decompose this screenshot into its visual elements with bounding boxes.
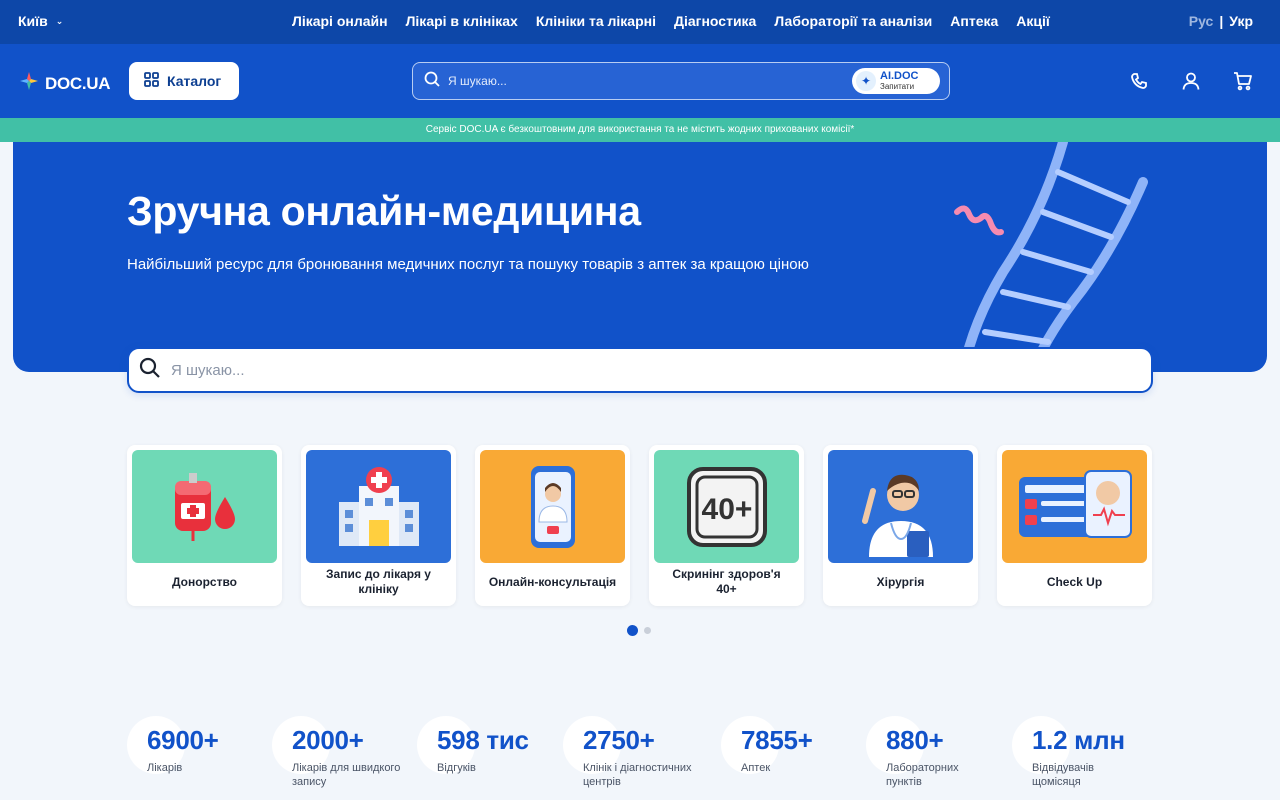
phone-doctor-icon (480, 450, 625, 563)
lang-ru[interactable]: Рус (1189, 13, 1214, 29)
header-icons (1128, 70, 1254, 92)
hospital-icon (306, 450, 451, 563)
header: DOC.UA Каталог ✦ AI.DOC Запитати (0, 44, 1280, 118)
card-checkup[interactable]: Check Up (997, 445, 1152, 606)
card-online-consultation-label: Онлайн-консультація (488, 574, 617, 589)
stats-row: 6900+ Лікарів 2000+ Лікарів для швидкого… (127, 716, 1153, 800)
card-donation[interactable]: Донорство (127, 445, 282, 606)
hero-subtitle: Найбільший ресурс для бронювання медични… (127, 256, 809, 273)
stat-caption: Лікарів (147, 762, 183, 774)
search-icon (139, 357, 161, 384)
forty-plus-icon: 40+ (654, 450, 799, 563)
catalog-label: Каталог (167, 73, 222, 89)
main-search-input[interactable] (171, 361, 1071, 379)
top-bar: Київ ⌄ Лікарі онлайн Лікарі в клініках К… (0, 0, 1280, 44)
stat-number: 2750+ (583, 725, 655, 755)
stat-number: 880+ (886, 725, 944, 755)
category-cards: Донорство Запис до лікаря у клініку Онла… (127, 445, 1152, 606)
nav-clinics[interactable]: Клініки та лікарні (536, 13, 656, 29)
logo-mark-icon (18, 70, 40, 97)
chevron-down-icon: ⌄ (55, 16, 64, 26)
aidoc-subtitle: Запитати (880, 82, 915, 91)
nav-labs[interactable]: Лабораторії та аналізи (774, 13, 932, 29)
user-icon[interactable] (1180, 70, 1202, 92)
card-surgery[interactable]: Хірургія (823, 445, 978, 606)
nav-pharmacy[interactable]: Аптека (950, 13, 998, 29)
stat-number: 2000+ (292, 725, 364, 755)
hero-title: Зручна онлайн-медицина (127, 188, 641, 234)
city-selector[interactable]: Київ ⌄ (18, 13, 63, 29)
logo[interactable]: DOC.UA (18, 70, 111, 97)
stat-number: 598 тис (437, 725, 529, 755)
nav-promotions[interactable]: Акції (1016, 13, 1050, 29)
carousel-dot-1[interactable] (627, 625, 638, 636)
stat-caption: Лікарів для швидкого запису (292, 762, 401, 788)
blood-bag-icon (132, 450, 277, 563)
svg-text:40+: 40+ (701, 493, 752, 526)
stat-caption: Клінік і діагностичних центрів (583, 762, 692, 788)
card-clinic-appointment[interactable]: Запис до лікаря у клініку (301, 445, 456, 606)
catalog-button[interactable]: Каталог (129, 62, 239, 100)
header-search-input[interactable] (448, 74, 828, 88)
card-online-consultation[interactable]: Онлайн-консультація (475, 445, 630, 606)
card-screening-40[interactable]: 40+ Скринінг здоров'я 40+ (649, 445, 804, 606)
card-clinic-appointment-label: Запис до лікаря у клініку (326, 567, 431, 596)
sparkle-icon: ✦ (856, 71, 876, 91)
card-screening-40-label: Скринінг здоров'я 40+ (672, 567, 781, 596)
nav-diagnostics[interactable]: Діагностика (674, 13, 756, 29)
stat-caption: Лабораторних пунктів (886, 762, 959, 788)
header-search: ✦ AI.DOC Запитати (412, 62, 950, 100)
lang-uk[interactable]: Укр (1229, 13, 1253, 29)
lang-separator: | (1219, 13, 1224, 29)
card-donation-label: Донорство (171, 574, 238, 589)
nav-doctors-clinics[interactable]: Лікарі в клініках (406, 13, 518, 29)
stat-caption: Аптек (741, 762, 771, 774)
cart-icon[interactable] (1232, 70, 1254, 92)
aidoc-title: AI.DOC (880, 70, 919, 82)
dna-illustration-icon (954, 142, 1148, 372)
stat-caption: Відгуків (437, 762, 476, 774)
stat-caption: Відвідувачів щомісяця (1032, 762, 1095, 788)
aidoc-button[interactable]: ✦ AI.DOC Запитати (852, 68, 940, 94)
stat-number: 1.2 млн (1032, 725, 1125, 755)
stat-number: 6900+ (147, 725, 219, 755)
nav-doctors-online[interactable]: Лікарі онлайн (292, 13, 388, 29)
search-icon (424, 71, 440, 92)
medical-card-icon (1002, 450, 1147, 563)
notice-banner: Сервіс DOC.UA є безкоштовним для викорис… (0, 118, 1280, 142)
logo-text: DOC.UA (45, 73, 111, 93)
doctor-icon (828, 450, 973, 563)
top-nav: Лікарі онлайн Лікарі в клініках Клініки … (292, 13, 1050, 29)
phone-icon[interactable] (1128, 70, 1150, 92)
card-checkup-label: Check Up (1046, 574, 1103, 589)
grid-icon (144, 72, 159, 90)
city-label: Київ (18, 13, 48, 29)
carousel-dot-2[interactable] (644, 627, 651, 634)
hero-banner: Зручна онлайн-медицина Найбільший ресурс… (13, 142, 1267, 372)
carousel-dots (627, 625, 651, 636)
card-surgery-label: Хірургія (876, 574, 925, 589)
aidoc-text: AI.DOC Запитати (880, 71, 919, 91)
stat-number: 7855+ (741, 725, 813, 755)
main-search (127, 347, 1153, 393)
language-switch: Рус | Укр (1189, 13, 1253, 29)
